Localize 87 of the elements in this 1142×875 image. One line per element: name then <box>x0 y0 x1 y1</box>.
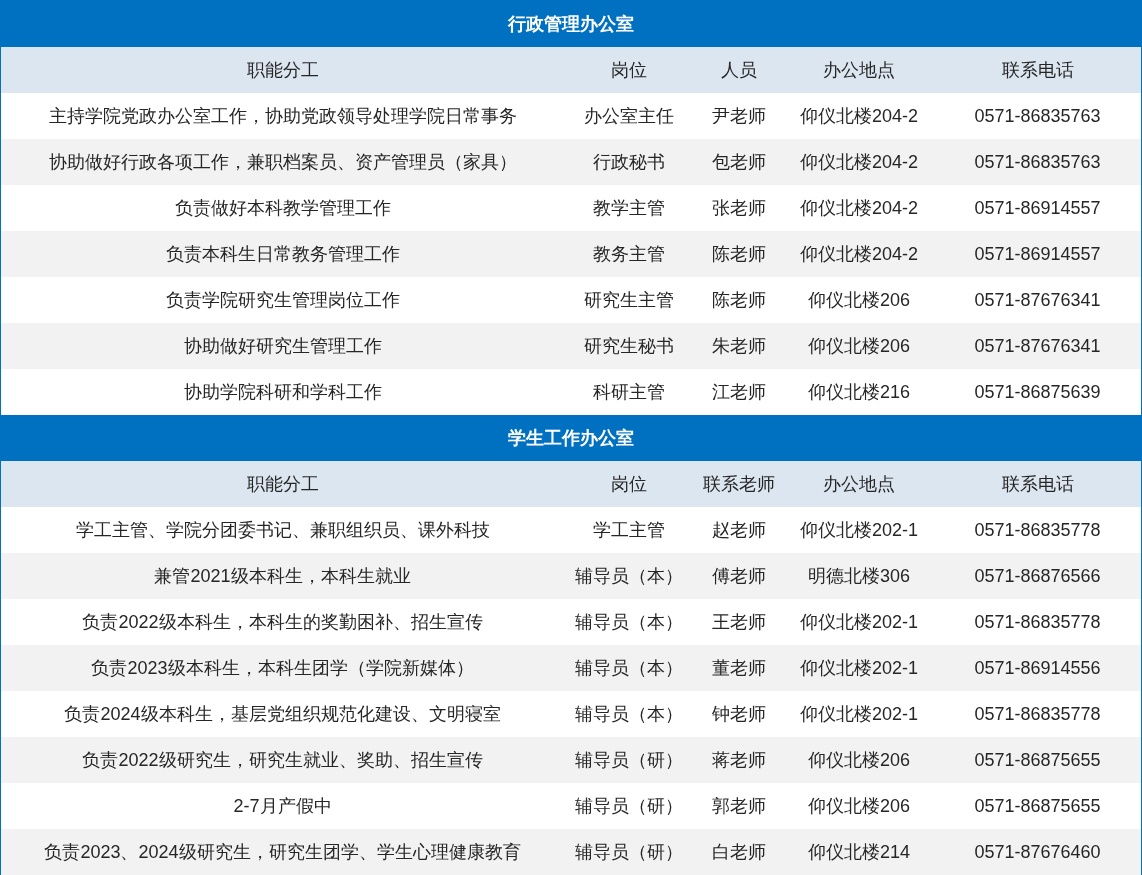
table-cell-text: 协助学院科研和学科工作 <box>182 380 383 404</box>
table-cell-text: 0571-86875655 <box>973 748 1102 772</box>
table-cell-text: 0571-86835778 <box>973 702 1102 726</box>
table-cell-text: 尹老师 <box>711 104 767 128</box>
column-header: 职能分工 <box>245 58 320 82</box>
table-cell-text: 0571-86835763 <box>973 150 1102 174</box>
table-cell-text: 陈老师 <box>711 242 767 266</box>
column-header: 职能分工 <box>245 472 320 496</box>
table-cell-text: 仰仪北楼202-1 <box>798 610 919 634</box>
table-cell-text: 教学主管 <box>592 196 666 220</box>
table-cell-text: 朱老师 <box>711 334 767 358</box>
table-cell-text: 负责2023级本科生，本科生团学（学院新媒体） <box>90 656 475 680</box>
table-cell-text: 仰仪北楼206 <box>806 288 911 312</box>
table-cell-text: 0571-86914557 <box>973 242 1102 266</box>
table-cell-text: 0571-87676341 <box>973 288 1102 312</box>
table-cell-text: 0571-86875655 <box>973 794 1102 818</box>
table-cell-text: 仰仪北楼202-1 <box>798 702 919 726</box>
table-cell-text: 负责2023、2024级研究生，研究生团学、学生心理健康教育 <box>43 840 522 864</box>
table-cell-text: 0571-87676341 <box>973 334 1102 358</box>
column-header: 岗位 <box>610 472 648 496</box>
table-cell-text: 教务主管 <box>592 242 666 266</box>
table-cell-text: 包老师 <box>711 150 767 174</box>
table-cell-text: 行政秘书 <box>592 150 666 174</box>
table-cell-text: 仰仪北楼214 <box>806 840 911 864</box>
table-cell-text: 仰仪北楼206 <box>806 748 911 772</box>
column-header: 办公地点 <box>822 58 896 82</box>
table-cell-text: 辅导员（本） <box>574 564 684 588</box>
table-cell-text: 张老师 <box>711 196 767 220</box>
table-cell-text: 2-7月产假中 <box>232 794 333 818</box>
table-cell-text: 仰仪北楼204-2 <box>798 242 919 266</box>
table-cell-text: 0571-86835763 <box>973 104 1102 128</box>
table-cell-text: 主持学院党政办公室工作，协助党政领导处理学院日常事务 <box>47 104 518 128</box>
table-cell-text: 辅导员（研） <box>574 794 684 818</box>
table-cell-text: 仰仪北楼204-2 <box>798 196 919 220</box>
table-cell-text: 王老师 <box>711 610 767 634</box>
table-cell-text: 协助做好研究生管理工作 <box>182 334 383 358</box>
table-cell-text: 0571-87676460 <box>973 840 1102 864</box>
table-cell-text: 办公室主任 <box>583 104 675 128</box>
table-cell-text: 0571-86914557 <box>973 196 1102 220</box>
table-cell-text: 仰仪北楼206 <box>806 334 911 358</box>
table-cell-text: 负责学院研究生管理岗位工作 <box>164 288 401 312</box>
table-cell-text: 辅导员（本） <box>574 656 684 680</box>
table-cell-text: 仰仪北楼204-2 <box>798 150 919 174</box>
table-cell-text: 辅导员（研） <box>574 748 684 772</box>
table-cell-text: 0571-86835778 <box>973 518 1102 542</box>
column-header: 联系电话 <box>1000 472 1075 496</box>
table-cell-text: 江老师 <box>711 380 767 404</box>
table-cell-text: 仰仪北楼204-2 <box>798 104 919 128</box>
table-cell-text: 负责2022级本科生，本科生的奖勤困补、招生宣传 <box>81 610 484 634</box>
column-header: 岗位 <box>610 58 648 82</box>
table-cell-text: 仰仪北楼216 <box>806 380 911 404</box>
section-title: 学生工作办公室 <box>1 415 1141 461</box>
table-cell-text: 仰仪北楼206 <box>806 794 911 818</box>
table-cell-text: 科研主管 <box>592 380 666 404</box>
table-cell-text: 0571-86875639 <box>973 380 1102 404</box>
table-cell-text: 0571-86835778 <box>973 610 1102 634</box>
table-cell-text: 傅老师 <box>711 564 767 588</box>
column-header: 人员 <box>720 58 758 82</box>
table-cell-text: 兼管2021级本科生，本科生就业 <box>153 564 412 588</box>
table-cell-text: 郭老师 <box>711 794 767 818</box>
column-header: 联系老师 <box>702 472 776 496</box>
table-cell-text: 学工主管 <box>592 518 666 542</box>
table-cell-text: 辅导员（研） <box>574 840 684 864</box>
table-cell-text: 负责做好本科教学管理工作 <box>173 196 392 220</box>
table-cell-text: 辅导员（本） <box>574 702 684 726</box>
table-cell-text: 负责2022级研究生，研究生就业、奖助、招生宣传 <box>81 748 484 772</box>
table-cell-text: 蒋老师 <box>711 748 767 772</box>
table-cell-text: 负责2024级本科生，基层党组织规范化建设、文明寝室 <box>63 702 502 726</box>
section-title: 行政管理办公室 <box>1 1 1141 47</box>
table-cell-text: 陈老师 <box>711 288 767 312</box>
table-cell-text: 辅导员（本） <box>574 610 684 634</box>
table-cell-text: 协助做好行政各项工作，兼职档案员、资产管理员（家具） <box>47 150 518 174</box>
table-cell-text: 董老师 <box>711 656 767 680</box>
column-header: 办公地点 <box>822 472 896 496</box>
table-cell-text: 钟老师 <box>711 702 767 726</box>
table-cell-text: 仰仪北楼202-1 <box>798 518 919 542</box>
table-cell-text: 研究生秘书 <box>583 334 675 358</box>
table-cell-text: 0571-86914556 <box>973 656 1102 680</box>
column-header: 联系电话 <box>1000 58 1075 82</box>
table-cell-text: 明德北楼306 <box>806 564 911 588</box>
table-cell-text: 负责本科生日常教务管理工作 <box>164 242 401 266</box>
table-cell-text: 学工主管、学院分团委书记、兼职组织员、课外科技 <box>74 518 491 542</box>
table-cell-text: 白老师 <box>711 840 767 864</box>
table-cell-text: 赵老师 <box>711 518 767 542</box>
table-cell-text: 0571-86876566 <box>973 564 1102 588</box>
table-cell-text: 研究生主管 <box>583 288 675 312</box>
table-cell-text: 仰仪北楼202-1 <box>798 656 919 680</box>
